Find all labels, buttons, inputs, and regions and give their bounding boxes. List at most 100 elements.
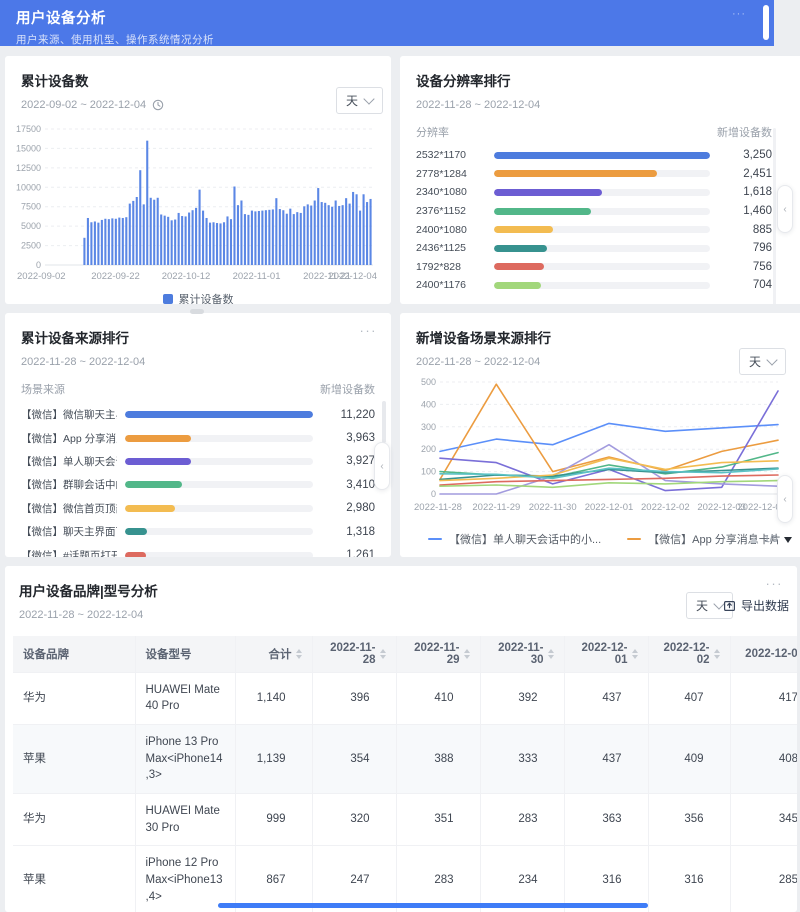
value-cell: 345 bbox=[730, 793, 797, 845]
rank-label: 2400*1176 bbox=[416, 279, 482, 291]
export-icon bbox=[723, 599, 736, 612]
sort-carets-icon[interactable] bbox=[464, 649, 470, 659]
value-cell: 407 bbox=[648, 672, 730, 724]
export-button[interactable]: 导出数据 bbox=[723, 597, 789, 614]
brand-cell: 华为 bbox=[13, 672, 135, 724]
table-horizontal-scrollbar[interactable] bbox=[218, 903, 648, 908]
rank-list-header: 分辨率 新增设备数 bbox=[416, 124, 796, 140]
header-ellipsis-icon[interactable]: ··· bbox=[732, 8, 746, 20]
column-label-resolution: 分辨率 bbox=[416, 124, 449, 140]
sort-carets-icon[interactable] bbox=[296, 649, 302, 659]
panel-date-range: 2022-09-02 ~ 2022-12-04 bbox=[21, 99, 146, 111]
rank-bar-fill bbox=[494, 263, 544, 270]
svg-text:2022-12-01: 2022-12-01 bbox=[585, 502, 634, 513]
value-cell: 437 bbox=[564, 672, 648, 724]
svg-text:2022-12-04: 2022-12-04 bbox=[328, 271, 377, 282]
list-scrollbar-track[interactable] bbox=[773, 128, 776, 304]
rank-bar-track bbox=[494, 282, 710, 289]
legend-page-down-icon[interactable] bbox=[784, 537, 792, 543]
granularity-select[interactable]: 天 bbox=[739, 348, 786, 375]
rank-row: 2400*1176704 bbox=[416, 276, 772, 295]
value-cell: 363 bbox=[564, 793, 648, 845]
carousel-prev-button[interactable]: ‹ bbox=[777, 185, 793, 233]
column-header[interactable]: 2022-12-03 bbox=[730, 636, 797, 672]
rank-value: 756 bbox=[722, 261, 772, 273]
value-cell: 356 bbox=[648, 793, 730, 845]
value-cell: 1,139 bbox=[235, 724, 312, 793]
rank-value: 1,618 bbox=[722, 186, 772, 198]
rank-label: 2340*1080 bbox=[416, 186, 482, 198]
chevron-down-icon bbox=[363, 93, 374, 104]
list-scrollbar-thumb[interactable] bbox=[382, 401, 386, 443]
panel-ellipsis-icon[interactable]: ··· bbox=[360, 323, 378, 338]
sort-carets-icon[interactable] bbox=[714, 649, 720, 659]
column-header[interactable]: 2022-12-02 bbox=[648, 636, 730, 672]
column-header[interactable]: 2022-11-28 bbox=[312, 636, 396, 672]
value-cell: 392 bbox=[480, 672, 564, 724]
panel-title: 设备分辨率排行 bbox=[416, 70, 796, 90]
source-rank-list: 【微信】微信聊天主界...11,220【微信】App 分享消息...3,963【… bbox=[21, 403, 375, 557]
rank-value: 796 bbox=[722, 242, 772, 254]
model-cell: iPhone 13 Pro Max<iPhone14,3> bbox=[135, 724, 235, 793]
rank-label: 【微信】App 分享消息... bbox=[21, 431, 117, 446]
svg-text:2022-10-12: 2022-10-12 bbox=[162, 271, 211, 282]
rank-value: 1,460 bbox=[722, 205, 772, 217]
granularity-value: 天 bbox=[749, 353, 761, 370]
sort-carets-icon[interactable] bbox=[380, 649, 386, 659]
rank-row: 【微信】#话题页打开小...1,261 bbox=[21, 543, 375, 557]
svg-text:400: 400 bbox=[421, 399, 436, 409]
rank-bar-fill bbox=[125, 528, 147, 535]
svg-text:0: 0 bbox=[36, 260, 41, 270]
carousel-prev-button[interactable]: ‹ bbox=[374, 442, 390, 490]
rank-bar-fill bbox=[125, 505, 175, 512]
granularity-select[interactable]: 天 bbox=[336, 87, 383, 114]
panel-title: 用户设备品牌|型号分析 bbox=[19, 580, 783, 600]
sort-carets-icon[interactable] bbox=[548, 649, 554, 659]
rank-bar-fill bbox=[494, 245, 547, 252]
value-cell: 437 bbox=[564, 724, 648, 793]
column-header[interactable]: 2022-12-01 bbox=[564, 636, 648, 672]
svg-text:2022-12-02: 2022-12-02 bbox=[641, 502, 690, 513]
line-chart-svg: 01002003004005002022-11-282022-11-292022… bbox=[412, 374, 788, 522]
page-scrollbar-thumb[interactable] bbox=[763, 5, 769, 40]
legend-swatch bbox=[163, 294, 173, 304]
rank-bar-fill bbox=[494, 189, 602, 196]
svg-text:5000: 5000 bbox=[21, 221, 41, 231]
rank-bar-track bbox=[494, 189, 710, 196]
panel-ellipsis-icon[interactable]: ··· bbox=[766, 576, 784, 591]
column-header[interactable]: 合计 bbox=[235, 636, 312, 672]
column-header[interactable]: 2022-11-29 bbox=[396, 636, 480, 672]
rank-bar-track bbox=[494, 152, 710, 159]
page-title: 用户设备分析 bbox=[16, 7, 758, 28]
legend-label: 累计设备数 bbox=[179, 291, 234, 304]
column-header: 设备型号 bbox=[135, 636, 235, 672]
rank-label: 【微信】#话题页打开小... bbox=[21, 548, 117, 557]
brand-cell: 苹果 bbox=[13, 724, 135, 793]
rank-row: 【微信】群聊会话中的...3,410 bbox=[21, 473, 375, 496]
value-cell: 409 bbox=[648, 724, 730, 793]
legend-item[interactable]: 【微信】单人聊天会话中的小... bbox=[428, 531, 601, 547]
sort-carets-icon[interactable] bbox=[632, 649, 638, 659]
svg-text:17500: 17500 bbox=[16, 124, 41, 134]
column-header[interactable]: 2022-11-30 bbox=[480, 636, 564, 672]
row-resize-handle[interactable] bbox=[190, 309, 204, 314]
rank-bar-fill bbox=[494, 226, 553, 233]
carousel-prev-button[interactable]: ‹ bbox=[777, 475, 793, 523]
svg-text:100: 100 bbox=[421, 467, 436, 477]
rank-row: 【微信】App 分享消息...3,963 bbox=[21, 426, 375, 449]
rank-label: 【微信】微信首页顶部... bbox=[21, 501, 117, 516]
export-label: 导出数据 bbox=[741, 597, 789, 614]
clock-icon bbox=[152, 99, 164, 111]
column-header: 设备品牌 bbox=[13, 636, 135, 672]
page-header: 用户设备分析 用户来源、使用机型、操作系统情况分析 ··· bbox=[0, 0, 774, 46]
legend-page-up-icon[interactable] bbox=[750, 537, 758, 543]
panel-date-range: 2022-11-28 ~ 2022-12-04 bbox=[416, 356, 540, 368]
chart-legend[interactable]: 累计设备数 bbox=[21, 291, 375, 304]
brand-model-table: 设备品牌设备型号合计2022-11-282022-11-292022-11-30… bbox=[13, 636, 797, 912]
rank-bar-fill bbox=[125, 552, 146, 557]
chevron-left-icon: ‹ bbox=[380, 461, 383, 472]
panel-scene-ranking: 新增设备场景来源排行 2022-11-28 ~ 2022-12-04 天 010… bbox=[400, 313, 800, 557]
rank-label: 2376*1152 bbox=[416, 205, 482, 217]
chevron-down-icon bbox=[766, 354, 777, 365]
value-cell: 408 bbox=[730, 724, 797, 793]
